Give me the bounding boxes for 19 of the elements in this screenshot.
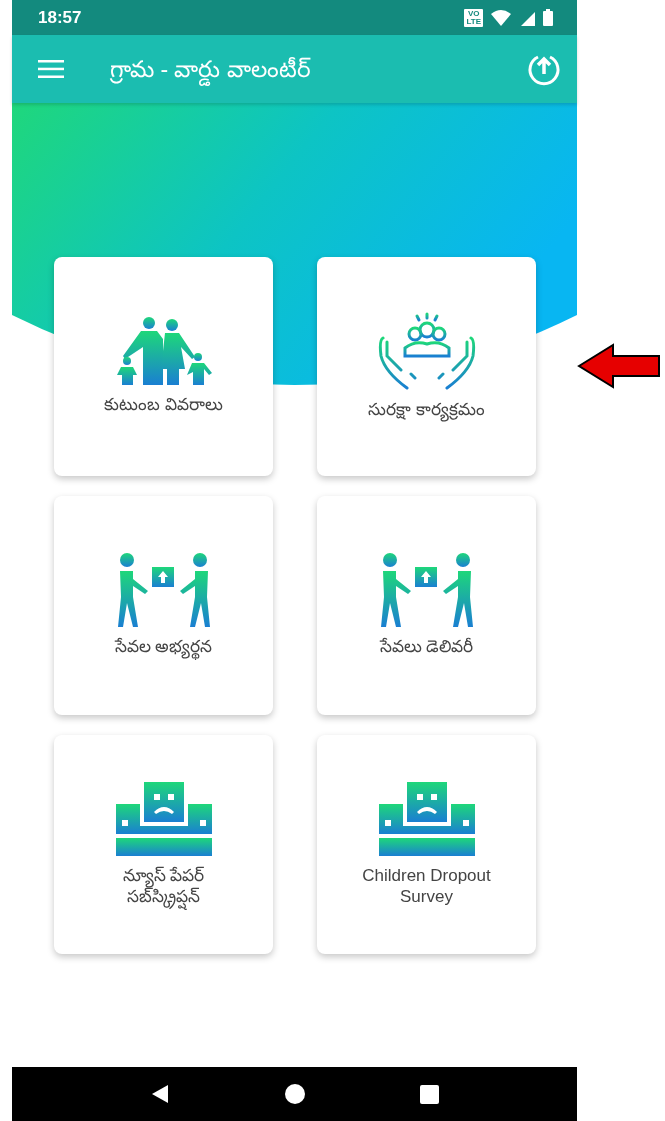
dropout-icon <box>115 782 212 857</box>
battery-icon <box>543 9 553 26</box>
menu-tile[interactable]: కుటుంబ వివరాలు <box>54 257 273 476</box>
status-time: 18:57 <box>38 6 82 29</box>
menu-tile[interactable]: న్యూస్ పేపర్ సబ్‌స్క్రిప్షన్ <box>54 735 273 954</box>
handover-icon <box>378 553 475 628</box>
app-title: గ్రామ - వార్డు వాలంటీర్ <box>110 51 311 87</box>
care-icon <box>376 312 477 391</box>
menu-tile[interactable]: సేవల అభ్యర్థన <box>54 496 273 715</box>
recents-button[interactable] <box>420 1084 440 1104</box>
wifi-icon <box>491 9 511 26</box>
network-badge: VO LTE <box>464 8 483 27</box>
handover-icon <box>115 553 212 628</box>
menu-tile[interactable]: సురక్షా కార్యక్రమం <box>317 257 536 476</box>
dropout-icon <box>378 782 475 857</box>
family-icon <box>114 317 213 386</box>
home-button[interactable] <box>285 1084 305 1104</box>
menu-tile[interactable]: సేవలు డెలివరీ <box>317 496 536 715</box>
menu-tile[interactable]: Children Dropout Survey <box>317 735 536 954</box>
